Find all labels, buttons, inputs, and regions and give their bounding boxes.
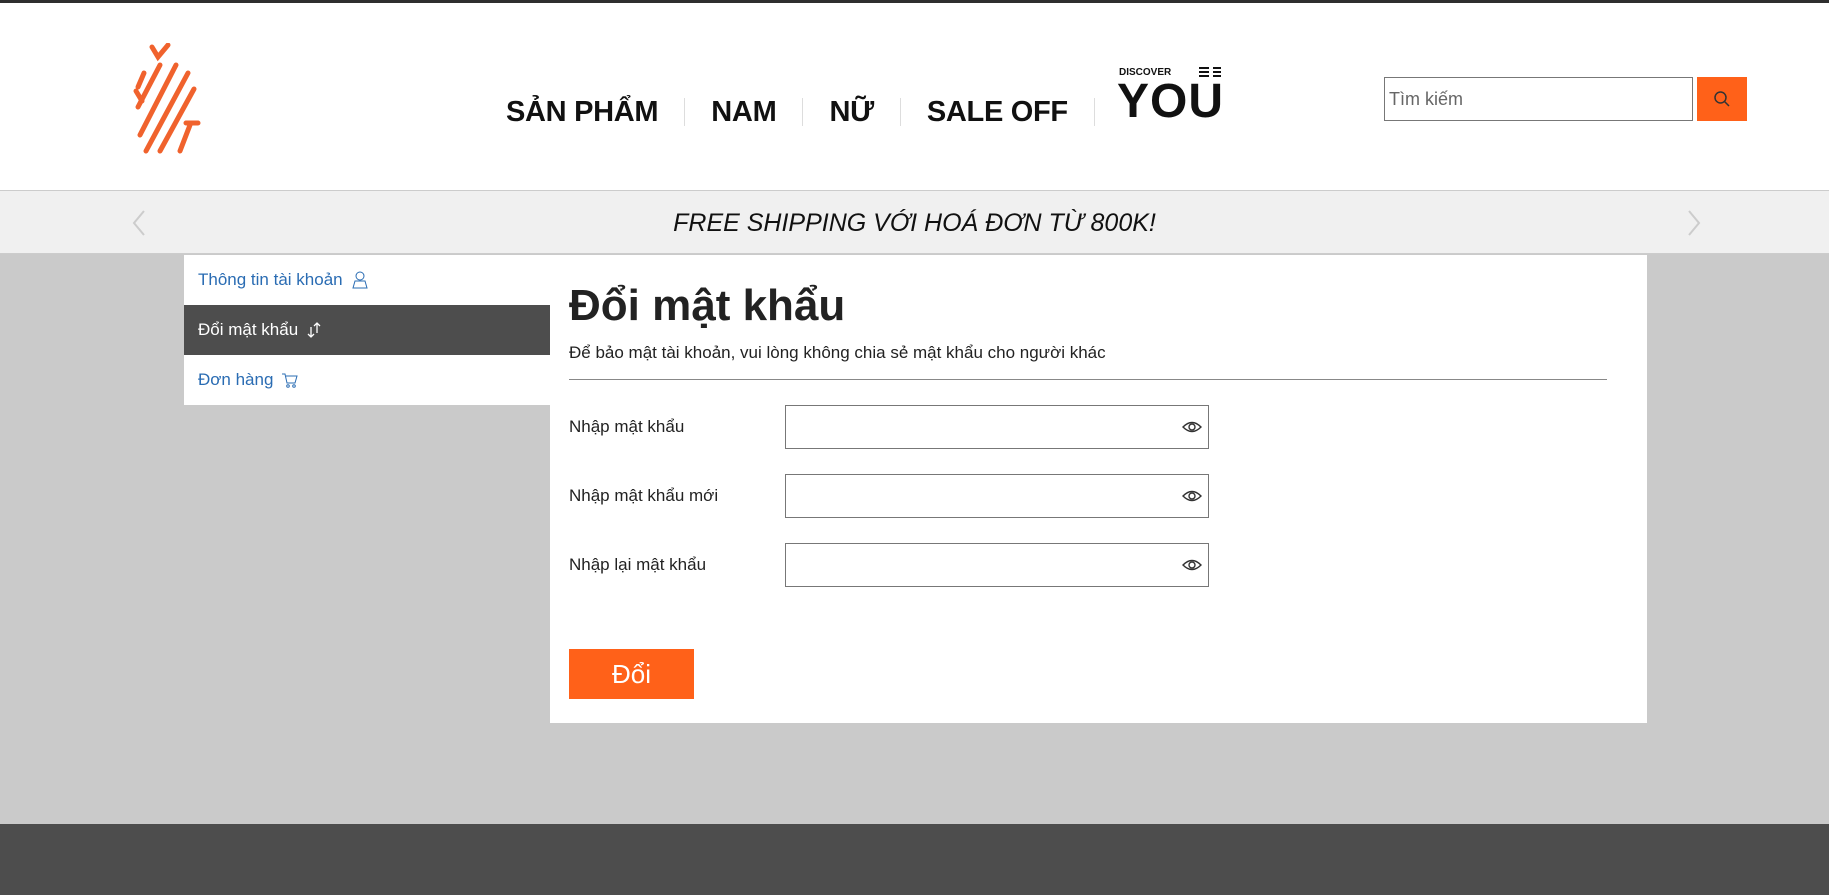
eye-icon[interactable] <box>1182 557 1202 573</box>
sidebar-item-label: Đơn hàng <box>198 370 274 389</box>
confirm-password-label: Nhập lại mật khẩu <box>569 555 707 574</box>
new-password-field[interactable] <box>785 474 1209 518</box>
search-input[interactable] <box>1384 77 1693 121</box>
promo-banner: FREE SHIPPING VỚI HOÁ ĐƠN TỪ 800K! <box>0 190 1829 254</box>
site-header: SẢN PHẨM NAM NỮ SALE OFF DISCOVER YOU <box>0 3 1829 190</box>
main-nav: SẢN PHẨM NAM NỮ SALE OFF <box>480 95 1095 129</box>
account-sidebar: Thông tin tài khoản Đổi mật khẩu Đơn hàn… <box>184 255 550 405</box>
eye-icon[interactable] <box>1182 419 1202 435</box>
new-password-label: Nhập mật khẩu mới <box>569 486 719 505</box>
chevron-right-icon[interactable] <box>1683 209 1703 237</box>
nav-women[interactable]: NỮ <box>803 96 899 129</box>
new-password-input[interactable] <box>786 475 1166 517</box>
page-title: Đổi mật khẩu <box>569 281 846 330</box>
cart-icon <box>282 373 299 388</box>
confirm-password-input[interactable] <box>786 544 1166 586</box>
current-password-label: Nhập mật khẩu <box>569 417 685 436</box>
svg-text:YOU: YOU <box>1117 75 1223 119</box>
discover-you-logo[interactable]: DISCOVER YOU <box>1117 65 1229 119</box>
banner-text: FREE SHIPPING VỚI HOÁ ĐƠN TỪ 800K! <box>673 209 1156 237</box>
site-footer <box>0 824 1829 895</box>
current-password-field[interactable] <box>785 405 1209 449</box>
change-password-button[interactable]: Đổi <box>569 649 694 699</box>
nav-men[interactable]: NAM <box>685 96 802 129</box>
eye-icon[interactable] <box>1182 488 1202 504</box>
current-password-input[interactable] <box>786 406 1166 448</box>
sidebar-item-label: Đổi mật khẩu <box>198 320 299 339</box>
nav-divider <box>1093 98 1095 126</box>
sidebar-item-orders[interactable]: Đơn hàng <box>184 355 550 405</box>
divider <box>569 379 1607 380</box>
search-button[interactable] <box>1697 77 1747 121</box>
sidebar-item-change-password[interactable]: Đổi mật khẩu <box>184 305 550 355</box>
search-icon <box>1714 91 1730 107</box>
change-password-panel: Đổi mật khẩu Để bảo mật tài khoản, vui l… <box>550 255 1647 723</box>
brand-logo[interactable] <box>130 43 205 155</box>
confirm-password-field[interactable] <box>785 543 1209 587</box>
sidebar-item-label: Thông tin tài khoản <box>198 270 343 289</box>
sidebar-item-account-info[interactable]: Thông tin tài khoản <box>184 255 550 305</box>
nav-sale-off[interactable]: SALE OFF <box>901 96 1094 129</box>
user-icon <box>351 271 368 289</box>
nav-products[interactable]: SẢN PHẨM <box>480 96 684 129</box>
swap-arrows-icon <box>307 322 321 338</box>
page-subtitle: Để bảo mật tài khoản, vui lòng không chi… <box>569 343 1106 362</box>
